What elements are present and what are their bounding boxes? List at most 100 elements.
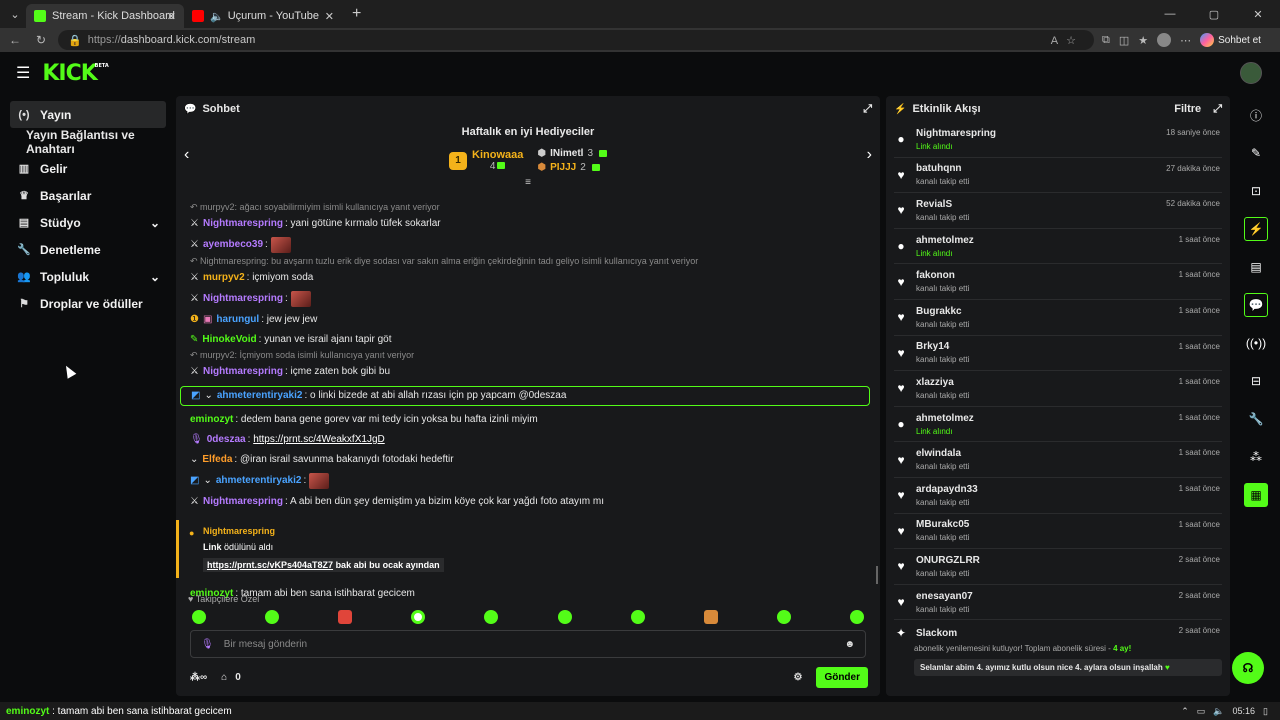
emote-button[interactable]: [192, 610, 206, 624]
activity-item[interactable]: ♥ elwindala kanalı takip etti 1 saat önce: [894, 442, 1222, 478]
chat-username[interactable]: 0deszaa: [207, 433, 246, 447]
emote-button[interactable]: [265, 610, 280, 624]
chat-username[interactable]: ayembeco39: [203, 238, 263, 252]
top-gifter-second[interactable]: ⬢ INimetl 3: [537, 148, 607, 159]
chat-username[interactable]: Nightmarespring: [203, 292, 283, 306]
broadcast-icon[interactable]: ((•)): [1238, 324, 1274, 362]
chat-username[interactable]: ahmeterentiryaki2: [216, 474, 302, 488]
clock[interactable]: 05:16: [1233, 706, 1256, 717]
points-icon[interactable]: ⁂∞: [190, 672, 207, 683]
close-tab-icon[interactable]: ✕: [167, 10, 176, 23]
close-window-icon[interactable]: ✕: [1236, 8, 1280, 21]
popout-icon[interactable]: ⤢: [863, 103, 872, 116]
new-tab-icon[interactable]: +: [352, 5, 361, 23]
split-screen-icon[interactable]: ◫: [1119, 34, 1129, 47]
chat-scrollbar[interactable]: [876, 566, 878, 584]
more-menu-icon[interactable]: ⋯: [1180, 34, 1191, 47]
wrench-icon[interactable]: 🔧: [1238, 400, 1274, 438]
top-gifter-third[interactable]: ⬢ PIJJJ 2: [537, 162, 607, 173]
favorite-star-icon[interactable]: ☆: [1066, 35, 1084, 47]
info-icon[interactable]: ⓘ: [1238, 96, 1274, 134]
tab-kick-dashboard[interactable]: Stream - Kick Dashboard ✕: [26, 4, 184, 28]
user-avatar[interactable]: [1240, 62, 1262, 84]
top-gifter-first[interactable]: 1 Kinowaaa 4: [449, 149, 523, 172]
sidebar-item-topluluk[interactable]: 👥 Topluluk ⌄: [10, 263, 166, 290]
redeem-username[interactable]: Nightmarespring: [203, 526, 870, 536]
sidebar-item-basarilar[interactable]: ♛ Başarılar: [10, 182, 166, 209]
activity-sub-item[interactable]: ✦ Slackom 2 saat önce abonelik yenilemesi…: [894, 620, 1222, 682]
chat-message[interactable]: ⚔ Nightmarespring: içme zaten bok gibi bu: [184, 362, 870, 382]
maximize-icon[interactable]: ▢: [1192, 8, 1236, 21]
edit-icon[interactable]: ✎: [1238, 134, 1274, 172]
popout-icon[interactable]: ⤢: [1213, 103, 1222, 116]
chat-message[interactable]: ⚔ Nightmarespring: A abi ben dün şey demi…: [184, 492, 870, 512]
emote-button[interactable]: [557, 610, 572, 624]
sidebar-item-gelir[interactable]: ▥ Gelir: [10, 155, 166, 182]
chat-message[interactable]: ⚔ murpyv2: içmiyom soda: [184, 268, 870, 288]
chat-message[interactable]: ❶ ▣ harungul: jew jew jew: [184, 310, 870, 330]
users-icon[interactable]: ⊟: [1238, 362, 1274, 400]
emote-button[interactable]: [849, 610, 864, 624]
volume-icon[interactable]: 🔈: [1213, 706, 1224, 717]
chevron-left-icon[interactable]: ‹: [184, 146, 189, 164]
lightning-icon[interactable]: ⚡: [1238, 210, 1274, 248]
emote-button[interactable]: [703, 610, 718, 624]
chat-message[interactable]: ⚔ Nightmarespring:: [184, 288, 870, 310]
sidebar-item-studyo[interactable]: ▤ Stüdyo ⌄: [10, 209, 166, 236]
notification-icon[interactable]: ▯: [1263, 706, 1268, 717]
chat-input[interactable]: 🎙 Bir mesaj gönderin ☻: [190, 630, 866, 658]
minimize-icon[interactable]: —: [1148, 8, 1192, 20]
clapper-icon[interactable]: ▦: [1238, 476, 1274, 514]
network-icon[interactable]: ▭: [1197, 706, 1206, 717]
refresh-icon[interactable]: ↻: [30, 33, 52, 47]
sidebar-item-stream-key[interactable]: Yayın Bağlantısı ve Anahtarı: [0, 128, 172, 156]
close-tab-icon[interactable]: ✕: [325, 10, 334, 23]
chat-message-mention[interactable]: ◩ ⌄ ahmeterentiryaki2: o linki bizede at a…: [180, 386, 870, 406]
chat-username[interactable]: Nightmarespring: [203, 217, 283, 231]
sidebar-item-yayin[interactable]: (•) Yayın: [10, 101, 166, 128]
activity-item[interactable]: ● Nightmarespring Link alındı 18 saniye önc…: [894, 122, 1222, 158]
emote-button[interactable]: [484, 610, 499, 624]
activity-item[interactable]: ♥ Brky14 kanalı takip etti 1 saat önce: [894, 336, 1222, 372]
back-icon[interactable]: ←: [4, 33, 26, 47]
store-icon[interactable]: ⌂: [221, 672, 227, 683]
activity-item[interactable]: ♥ RevialS kanalı takip etti 52 dakika önce: [894, 193, 1222, 229]
tab-list-chevron-icon[interactable]: ⌄: [4, 3, 26, 25]
chat-link[interactable]: https://prnt.sc/4WeakxfX1JgD: [253, 433, 385, 447]
sidebar-item-droplar[interactable]: ⚑ Droplar ve ödüller: [10, 290, 166, 317]
emote-button[interactable]: [776, 610, 791, 624]
profile-avatar[interactable]: [1157, 33, 1172, 47]
read-aloud-icon[interactable]: A: [1051, 35, 1066, 47]
support-headset-button[interactable]: ☊: [1232, 652, 1264, 684]
redeem-link[interactable]: https://prnt.sc/vKPs404aT8Z7: [207, 560, 333, 570]
emote-button[interactable]: [338, 610, 353, 624]
activity-item[interactable]: ● ahmetolmez Link alındı 1 saat önce: [894, 407, 1222, 443]
activity-item[interactable]: ♥ batuhqnn kanalı takip etti 27 dakika önce: [894, 158, 1222, 194]
emoji-picker-icon[interactable]: ☻: [844, 639, 855, 650]
filter-icon[interactable]: ≡: [176, 177, 880, 188]
chat-message[interactable]: ⌄ Elfeda: @iran israil savunma bakanıydı …: [184, 450, 870, 470]
emote-button[interactable]: [411, 610, 426, 624]
activity-item[interactable]: ♥ enesayan07 kanalı takip etti 2 saat önce: [894, 585, 1222, 621]
chat-username[interactable]: ahmeterentiryaki2: [217, 389, 303, 403]
extensions-icon[interactable]: ⧉: [1102, 34, 1110, 47]
chat-username[interactable]: Nightmarespring: [203, 365, 283, 379]
chat-username[interactable]: Nightmarespring: [203, 495, 283, 509]
gear-icon[interactable]: ⚙: [793, 672, 802, 683]
send-button[interactable]: Gönder: [816, 666, 868, 688]
copilot-button[interactable]: Sohbet et: [1200, 33, 1261, 47]
chat-message[interactable]: ⚔ ayembeco39:: [184, 234, 870, 256]
notes-icon[interactable]: ▤: [1238, 248, 1274, 286]
url-field[interactable]: 🔒 https:// dashboard.kick.com/stream A☆: [58, 30, 1094, 50]
activity-item[interactable]: ● ahmetolmez Link alındı 1 saat önce: [894, 229, 1222, 265]
activity-item[interactable]: ♥ MBurakc05 kanalı takip etti 1 saat önce: [894, 514, 1222, 550]
sidebar-item-denetleme[interactable]: 🔧 Denetleme: [10, 236, 166, 263]
tab-youtube[interactable]: 🔈 Uçurum - YouTube ✕: [184, 4, 342, 28]
chat-username[interactable]: Elfeda: [202, 453, 232, 467]
filter-button[interactable]: Filtre: [1174, 103, 1201, 115]
chat-message[interactable]: ✎ HinokeVoid: yunan ve israil ajanı tapir…: [184, 330, 870, 350]
chat-username[interactable]: harungul: [216, 313, 259, 327]
camera-icon[interactable]: ⊡: [1238, 172, 1274, 210]
rewards-icon[interactable]: ⁂: [1238, 438, 1274, 476]
chat-message[interactable]: 🎙 0deszaa: https://prnt.sc/4WeakxfX1JgD: [184, 430, 870, 450]
